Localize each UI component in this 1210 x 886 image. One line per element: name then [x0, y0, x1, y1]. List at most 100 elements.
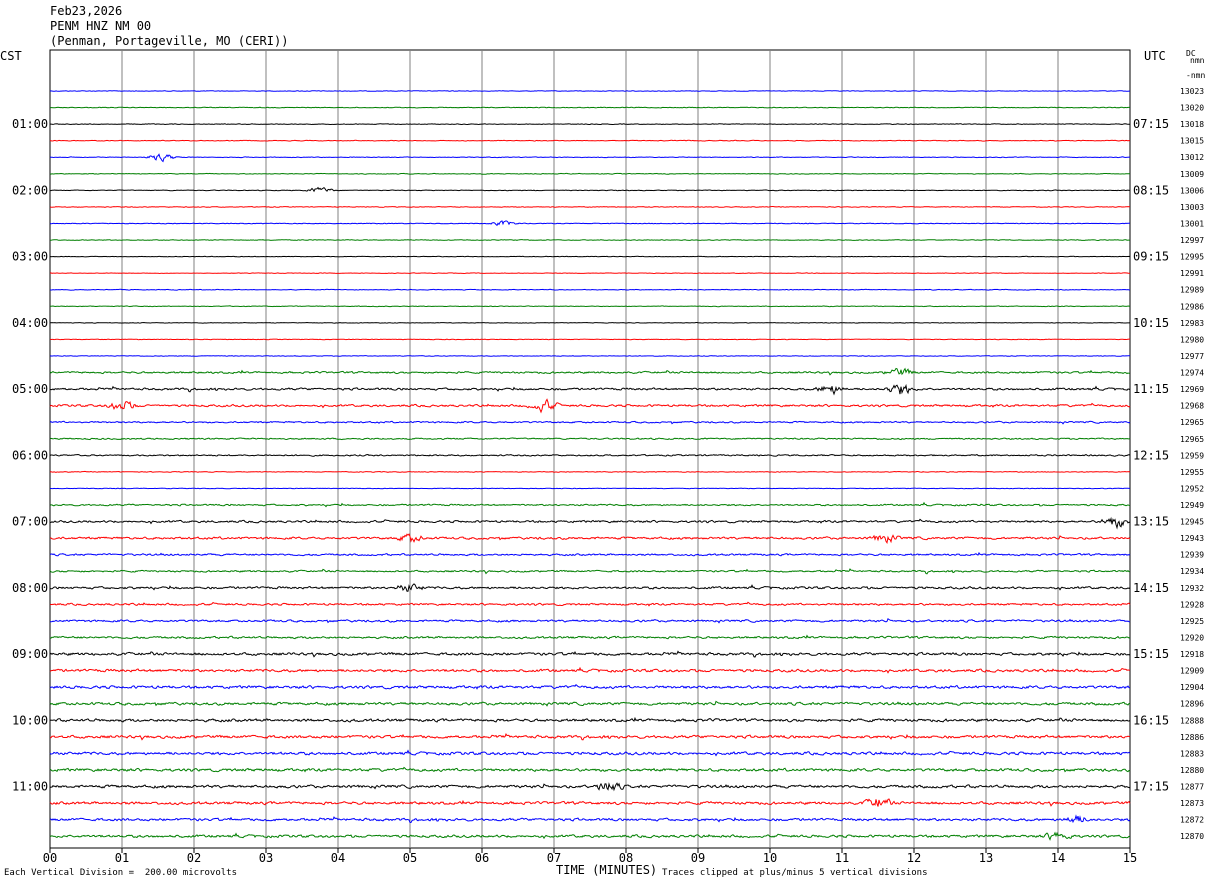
dc-offset-label-23: 12955	[1180, 468, 1204, 477]
trace-3	[49, 139, 1131, 142]
left-hour-label-9: 10:00	[12, 713, 48, 727]
right-hour-label-3: 10:15	[1133, 316, 1169, 330]
trace-39	[49, 733, 1131, 741]
dc-offset-label-29: 12934	[1180, 567, 1204, 576]
trace-26	[49, 516, 1131, 530]
dc-offset-label-41: 12880	[1180, 766, 1204, 775]
right-hour-label-6: 13:15	[1133, 515, 1169, 529]
right-hour-label-5: 12:15	[1133, 448, 1169, 462]
dc-offset-label-2: 13018	[1180, 120, 1204, 129]
right-hour-label-8: 15:15	[1133, 647, 1169, 661]
trace-20	[49, 420, 1131, 425]
trace-8	[49, 220, 1131, 227]
footer-scale-note: Each Vertical Division = 200.00 microvol…	[4, 868, 237, 878]
right-hour-label-7: 14:15	[1133, 581, 1169, 595]
helicorder-plot: 00 01 02 03 04 05 06 07 08 09 10 11 12 13 14 1513023130…	[12, 49, 1204, 865]
dc-offset-label-21: 12965	[1180, 435, 1204, 444]
trace-17	[49, 367, 1131, 376]
dc-offset-label-36: 12904	[1180, 683, 1204, 692]
left-hour-label-1: 02:00	[12, 183, 48, 197]
left-hour-label-5: 06:00	[12, 448, 48, 462]
dc-offset-label-10: 12995	[1180, 253, 1204, 262]
trace-37	[49, 700, 1131, 707]
trace-40	[49, 749, 1131, 757]
trace-19	[49, 398, 1131, 414]
dc-offset-label-22: 12959	[1180, 451, 1204, 460]
trace-28	[49, 551, 1131, 557]
trace-31	[49, 601, 1131, 607]
dc-offset-label-34: 12918	[1180, 650, 1204, 659]
dc-offset-label-39: 12886	[1180, 733, 1204, 742]
x-tick-label-4: 04	[331, 851, 345, 865]
dc-offset-label-24: 12952	[1180, 484, 1204, 493]
dc-offset-label-42: 12877	[1180, 783, 1204, 792]
left-hour-label-8: 09:00	[12, 647, 48, 661]
left-hour-label-4: 05:00	[12, 382, 48, 396]
x-tick-label-12: 12	[907, 851, 921, 865]
trace-43	[49, 798, 1131, 807]
trace-32	[50, 618, 1131, 624]
x-tick-label-5: 05	[403, 851, 417, 865]
dc-offset-label-45: 12870	[1180, 832, 1204, 841]
x-tick-label-13: 13	[979, 851, 993, 865]
dc-offset-label-12: 12989	[1180, 286, 1204, 295]
left-hour-label-3: 04:00	[12, 316, 48, 330]
right-hour-label-0: 07:15	[1133, 117, 1169, 131]
x-tick-label-15: 15	[1123, 851, 1137, 865]
plot-grid	[49, 49, 1131, 849]
trace-13	[49, 305, 1131, 308]
trace-30	[49, 583, 1131, 592]
dc-offset-label-33: 12920	[1180, 633, 1204, 642]
dc-offset-label-38: 12888	[1180, 716, 1204, 725]
dc-offset-label-31: 12928	[1180, 600, 1204, 609]
dc-offset-label-37: 12896	[1180, 700, 1204, 709]
trace-14	[50, 321, 1131, 324]
dc-offset-label-16: 12977	[1180, 352, 1204, 361]
dc-offset-label-26: 12945	[1180, 518, 1204, 527]
trace-36	[49, 683, 1131, 690]
dc-offset-label-35: 12909	[1180, 667, 1204, 676]
dc-offset-label-27: 12943	[1180, 534, 1204, 543]
trace-22	[49, 453, 1131, 457]
trace-1	[49, 106, 1131, 109]
dc-offset-label-20: 12965	[1180, 418, 1204, 427]
dc-offset-label-25: 12949	[1180, 501, 1204, 510]
dc-offset-label-13: 12986	[1180, 302, 1204, 311]
dc-offset-label-5: 13009	[1180, 170, 1204, 179]
dc-offset-label-8: 13001	[1180, 219, 1204, 228]
dc-offset-label-44: 12872	[1180, 816, 1204, 825]
right-hour-label-9: 16:15	[1133, 713, 1169, 727]
footer-clip-note: Traces clipped at plus/minus 5 vertical …	[662, 868, 928, 878]
x-axis-label: TIME (MINUTES)	[556, 863, 658, 877]
x-tick-label-14: 14	[1051, 851, 1065, 865]
trace-7	[49, 205, 1131, 208]
dc-offset-label-3: 13015	[1180, 137, 1204, 146]
trace-29	[49, 568, 1131, 575]
trace-44	[49, 814, 1131, 824]
trace-23	[49, 470, 1131, 473]
x-tick-label-9: 09	[691, 851, 705, 865]
dc-offset-label-32: 12925	[1180, 617, 1204, 626]
trace-5	[49, 172, 1131, 175]
dc-offset-label-19: 12968	[1180, 402, 1204, 411]
dc-offset-label-18: 12969	[1180, 385, 1204, 394]
trace-27	[50, 533, 1131, 544]
left-hour-label-7: 08:00	[12, 581, 48, 595]
trace-6	[50, 186, 1131, 193]
trace-2	[49, 123, 1130, 126]
x-tick-label-0: 00	[43, 851, 57, 865]
left-hour-label-6: 07:00	[12, 515, 48, 529]
dc-offset-label-0: 13023	[1180, 87, 1204, 96]
trace-21	[49, 437, 1131, 441]
plot-frame	[49, 49, 1131, 849]
right-hour-label-2: 09:15	[1133, 250, 1169, 264]
right-hour-label-10: 17:15	[1133, 780, 1169, 794]
trace-24	[50, 487, 1131, 490]
dc-offset-label-15: 12980	[1180, 335, 1204, 344]
trace-18	[49, 383, 1131, 396]
trace-10	[49, 255, 1131, 258]
x-tick-label-3: 03	[259, 851, 273, 865]
label-group: 00 01 02 03 04 05 06 07 08 09 10 11 12 13 14 1513023130…	[12, 87, 1204, 865]
dc-offset-label-7: 13003	[1180, 203, 1204, 212]
x-tick-label-11: 11	[835, 851, 849, 865]
